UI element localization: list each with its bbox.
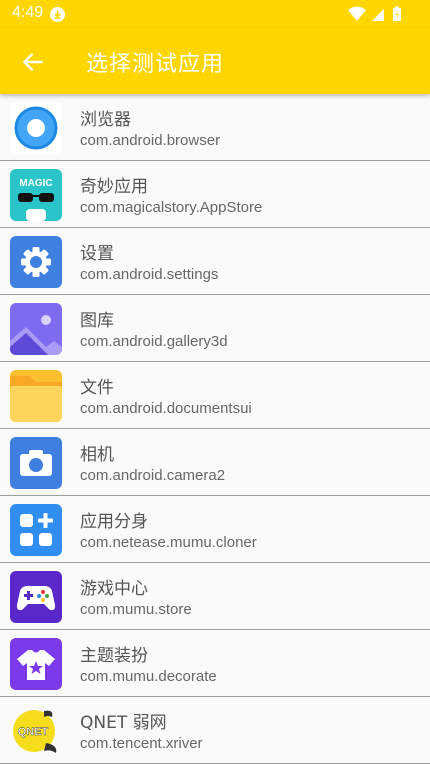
list-item-gallery[interactable]: 图库 com.android.gallery3d	[0, 295, 430, 362]
app-name: QNET 弱网	[80, 713, 167, 733]
app-package: com.android.browser	[80, 132, 221, 149]
app-package: com.mumu.decorate	[80, 668, 217, 685]
app-list: 浏览器 com.android.browser MAGIC 奇妙应用 com.m…	[0, 94, 430, 764]
app-name: 图库	[80, 311, 114, 331]
app-package: com.tencent.xriver	[80, 735, 203, 752]
signal-icon	[372, 9, 384, 21]
list-item-cloner[interactable]: 应用分身 com.netease.mumu.cloner	[0, 496, 430, 563]
app-name: 主题装扮	[80, 646, 148, 666]
list-item-files[interactable]: 文件 com.android.documentsui	[0, 362, 430, 429]
list-item-decorate[interactable]: 主题装扮 com.mumu.decorate	[0, 630, 430, 697]
wifi-icon	[348, 6, 366, 21]
app-name: 奇妙应用	[80, 177, 148, 197]
status-icons	[346, 6, 416, 22]
app-name: 相机	[80, 445, 114, 465]
status-bar: 4:49	[0, 0, 430, 28]
app-name: 游戏中心	[80, 579, 148, 599]
battery-icon	[393, 6, 401, 21]
app-package: com.android.settings	[80, 266, 219, 283]
cloner-icon	[10, 504, 62, 556]
app-bar: 选择测试应用	[0, 28, 430, 94]
app-name: 浏览器	[80, 110, 131, 130]
gamepad-icon	[10, 571, 62, 623]
download-icon	[50, 7, 65, 22]
qnet-icon-label: QNET	[18, 726, 49, 738]
app-name: 设置	[80, 244, 114, 264]
arrow-back-icon[interactable]	[20, 49, 46, 75]
settings-icon	[10, 236, 62, 288]
app-package: com.android.gallery3d	[80, 333, 228, 350]
app-package: com.android.camera2	[80, 467, 226, 484]
app-name: 应用分身	[80, 512, 148, 532]
theme-shirt-icon	[10, 638, 62, 690]
magic-icon: MAGIC	[10, 169, 62, 221]
list-item-settings[interactable]: 设置 com.android.settings	[0, 228, 430, 295]
qnet-icon: QNET	[10, 705, 62, 757]
list-item-browser[interactable]: 浏览器 com.android.browser	[0, 94, 430, 161]
app-package: com.magicalstory.AppStore	[80, 199, 263, 216]
magic-icon-label: MAGIC	[19, 178, 52, 189]
list-item-magic[interactable]: MAGIC 奇妙应用 com.magicalstory.AppStore	[0, 161, 430, 228]
list-item-camera[interactable]: 相机 com.android.camera2	[0, 429, 430, 496]
list-item-qnet[interactable]: QNET QNET 弱网 com.tencent.xriver	[0, 697, 430, 764]
page-title: 选择测试应用	[86, 52, 225, 77]
app-package: com.netease.mumu.cloner	[80, 534, 257, 551]
folder-icon	[10, 370, 62, 422]
browser-icon	[10, 102, 62, 154]
camera-icon	[10, 437, 62, 489]
app-package: com.mumu.store	[80, 601, 192, 618]
gallery-icon	[10, 303, 62, 355]
status-time: 4:49	[12, 4, 44, 21]
app-name: 文件	[80, 378, 114, 398]
list-item-gamecenter[interactable]: 游戏中心 com.mumu.store	[0, 563, 430, 630]
app-package: com.android.documentsui	[80, 400, 252, 417]
